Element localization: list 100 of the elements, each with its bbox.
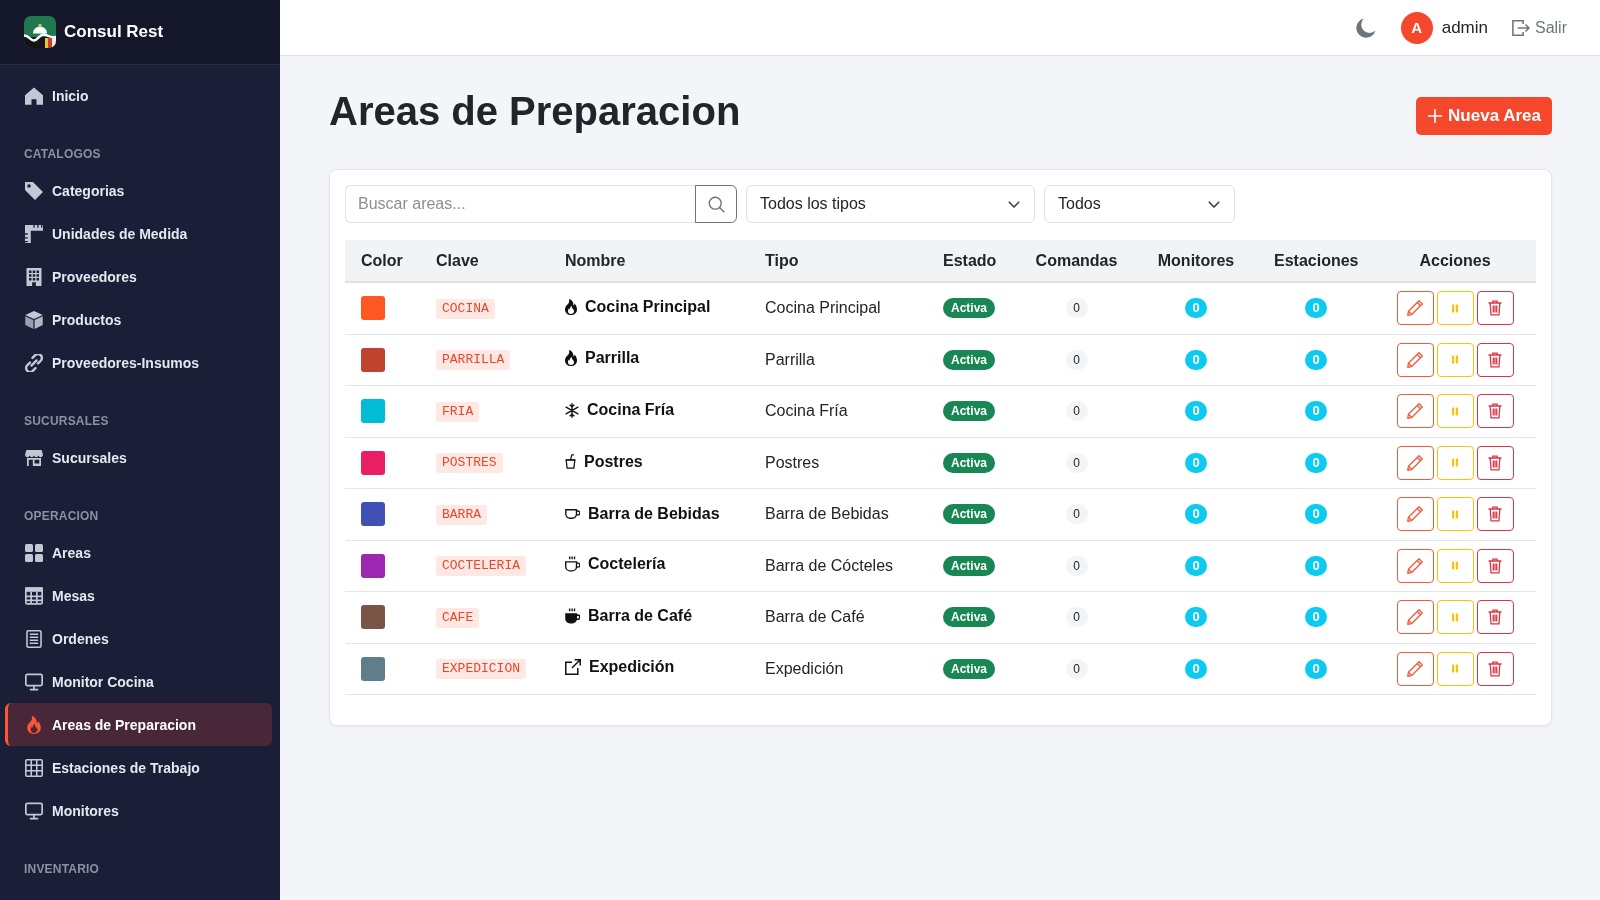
page-title: Areas de Preparacion bbox=[329, 88, 741, 135]
area-code: EXPEDICION bbox=[436, 659, 526, 680]
table-cell: Barra de Cócteles bbox=[749, 540, 927, 592]
area-name: Parrilla bbox=[585, 349, 640, 368]
table-icon bbox=[25, 586, 43, 605]
nav-item[interactable]: Inicio bbox=[5, 74, 272, 117]
cup-icon bbox=[565, 509, 580, 520]
edit-button[interactable] bbox=[1396, 600, 1434, 635]
fire-icon bbox=[25, 715, 43, 734]
edit-button[interactable] bbox=[1396, 291, 1434, 326]
status-badge: Activa bbox=[943, 607, 996, 628]
column-header: Nombre bbox=[549, 240, 749, 282]
nav-item[interactable]: Productos bbox=[5, 298, 272, 341]
link-icon bbox=[25, 353, 43, 372]
logout-button[interactable]: Salir bbox=[1512, 18, 1567, 37]
delete-button[interactable] bbox=[1476, 600, 1514, 635]
column-header: Clave bbox=[420, 240, 549, 282]
delete-button[interactable] bbox=[1476, 291, 1514, 326]
table-cell: Barra de Café bbox=[749, 591, 927, 643]
tag-icon bbox=[25, 181, 43, 200]
user-avatar[interactable]: A bbox=[1400, 11, 1433, 44]
steaming-cup-icon bbox=[565, 607, 580, 624]
nav-item[interactable]: Proveedores bbox=[5, 255, 272, 298]
area-name: Cocina Fría bbox=[587, 401, 675, 419]
nav-item[interactable]: Sucursales bbox=[5, 436, 272, 479]
app-name: Consul Rest bbox=[64, 22, 164, 42]
search-button[interactable] bbox=[695, 185, 737, 223]
delete-button[interactable] bbox=[1476, 651, 1514, 686]
pencil-icon bbox=[1407, 351, 1423, 368]
status-select[interactable]: Todos bbox=[1044, 185, 1235, 223]
nav-item[interactable]: Proveedores-Insumos bbox=[5, 341, 272, 384]
pencil-icon bbox=[1407, 609, 1423, 626]
delete-button[interactable] bbox=[1476, 548, 1514, 583]
user-name[interactable]: admin bbox=[1441, 17, 1488, 38]
theme-toggle[interactable] bbox=[1355, 17, 1376, 38]
monitor-icon bbox=[25, 801, 43, 820]
order-count: 0 bbox=[1065, 658, 1088, 679]
nav-section-heading: CATALOGOS bbox=[23, 146, 102, 163]
edit-button[interactable] bbox=[1396, 342, 1434, 377]
pause-icon bbox=[1452, 355, 1458, 365]
pencil-icon bbox=[1407, 557, 1423, 574]
external-link-icon bbox=[565, 659, 581, 676]
nav-item[interactable]: Mesas bbox=[5, 574, 272, 617]
pause-icon bbox=[1452, 509, 1458, 519]
monitor-count: 0 bbox=[1185, 607, 1207, 628]
monitor-count: 0 bbox=[1185, 555, 1207, 576]
new-area-button[interactable]: Nueva Area bbox=[1416, 97, 1552, 135]
edit-button[interactable] bbox=[1396, 548, 1434, 583]
delete-button[interactable] bbox=[1476, 342, 1514, 377]
order-count: 0 bbox=[1065, 555, 1088, 576]
order-count: 0 bbox=[1065, 607, 1088, 628]
brand-logo bbox=[24, 16, 56, 48]
column-header: Tipo bbox=[749, 240, 927, 282]
edit-button[interactable] bbox=[1396, 394, 1434, 429]
pause-icon bbox=[1452, 303, 1458, 313]
ruler-icon bbox=[25, 224, 43, 243]
status-badge: Activa bbox=[943, 401, 996, 422]
area-code: CAFE bbox=[436, 607, 480, 628]
status-badge: Activa bbox=[943, 298, 996, 319]
exit-icon bbox=[1512, 19, 1530, 36]
nav-section-heading: SUCURSALES bbox=[23, 413, 110, 430]
pause-icon bbox=[1452, 406, 1458, 416]
order-count: 0 bbox=[1065, 452, 1088, 473]
column-header: Monitores bbox=[1134, 240, 1258, 282]
area-name: Expedición bbox=[589, 658, 675, 677]
column-header: Comandas bbox=[1019, 240, 1134, 282]
nav-item[interactable]: Ordenes bbox=[5, 617, 272, 660]
nav-item[interactable]: Monitores bbox=[5, 789, 272, 832]
area-code: PARRILLA bbox=[436, 350, 511, 371]
delete-button[interactable] bbox=[1476, 394, 1514, 429]
pencil-icon bbox=[1407, 300, 1423, 317]
nav-item[interactable]: Areas de Preparacion bbox=[5, 703, 272, 746]
column-header: Estaciones bbox=[1258, 240, 1374, 282]
status-badge: Activa bbox=[943, 555, 996, 576]
home-icon bbox=[25, 86, 43, 105]
pencil-icon bbox=[1407, 403, 1423, 420]
nav-item[interactable]: Areas bbox=[5, 531, 272, 574]
station-count: 0 bbox=[1305, 607, 1327, 628]
type-select[interactable]: Todos los tipos bbox=[746, 185, 1035, 223]
monitor-count: 0 bbox=[1185, 401, 1207, 422]
delete-button[interactable] bbox=[1476, 497, 1514, 532]
search-field[interactable]: Buscar areas... bbox=[345, 185, 695, 223]
nav-item[interactable]: Categorias bbox=[5, 169, 272, 212]
box-icon bbox=[25, 310, 43, 329]
edit-button[interactable] bbox=[1396, 497, 1434, 532]
trash-icon bbox=[1488, 454, 1502, 471]
nav-item[interactable]: Monitor Cocina bbox=[5, 660, 272, 703]
delete-button[interactable] bbox=[1476, 445, 1514, 480]
nav-item[interactable]: Estaciones de Trabajo bbox=[5, 746, 272, 789]
shop-icon bbox=[25, 448, 43, 467]
area-name: Cocina Principal bbox=[585, 297, 711, 316]
nav-item[interactable]: Unidades de Medida bbox=[5, 212, 272, 255]
station-count: 0 bbox=[1305, 298, 1327, 319]
table-cell: Barra de Bebidas bbox=[749, 488, 927, 540]
station-count: 0 bbox=[1305, 504, 1327, 525]
trash-icon bbox=[1488, 300, 1502, 317]
edit-button[interactable] bbox=[1396, 651, 1434, 686]
list-icon bbox=[25, 629, 43, 648]
table-cell: Cocina Fría bbox=[749, 385, 927, 437]
edit-button[interactable] bbox=[1396, 445, 1434, 480]
